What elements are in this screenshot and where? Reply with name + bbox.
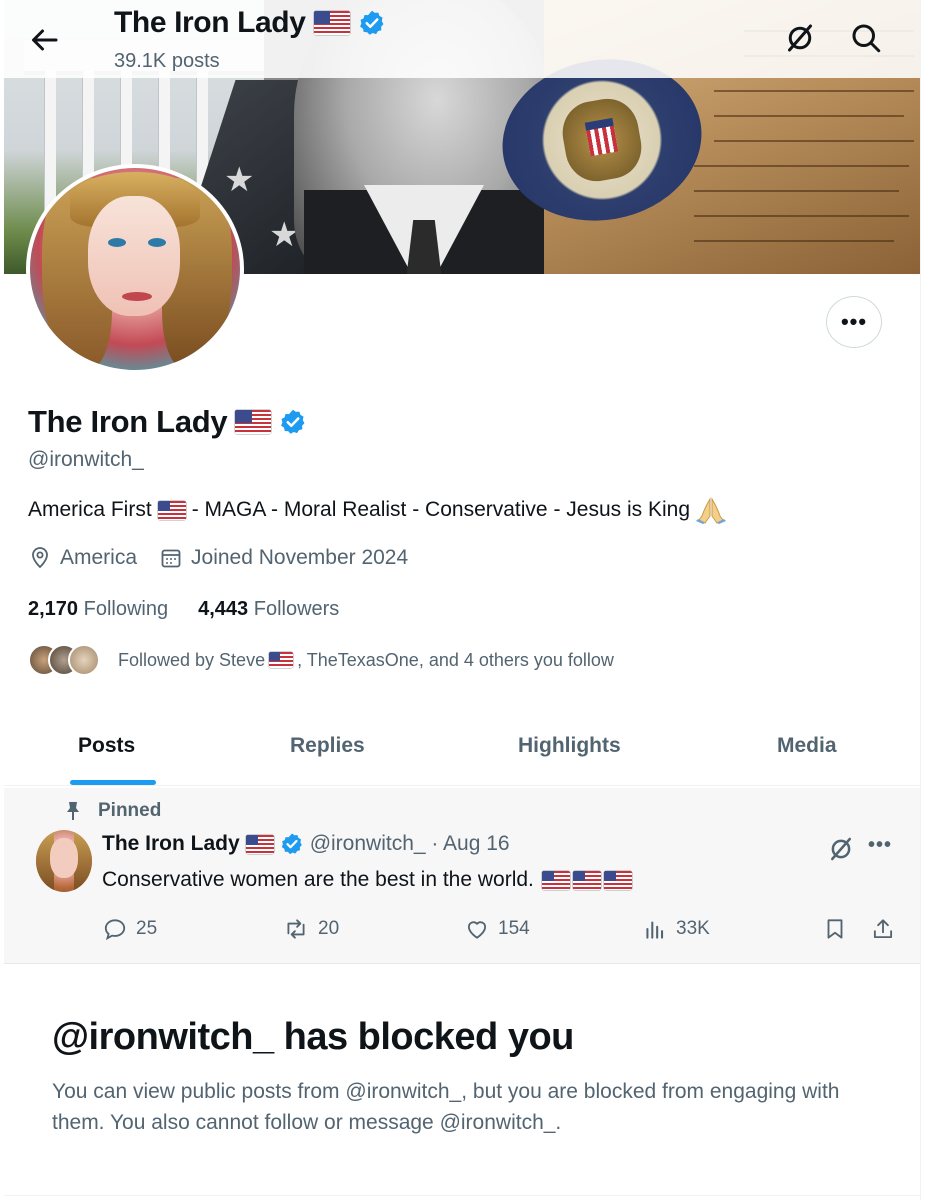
reply-icon: [104, 919, 126, 941]
post-more-button[interactable]: •••: [868, 834, 892, 857]
post-author-name[interactable]: The Iron Lady: [102, 832, 240, 856]
repost-icon: [287, 919, 305, 939]
views-button[interactable]: 33K: [642, 916, 710, 942]
join-date-text: Joined November 2024: [191, 546, 409, 569]
us-flag-icon: [269, 652, 294, 668]
reply-count: 25: [136, 918, 158, 939]
pinned-post[interactable]: Pinned The Iron Lady @ironwitch_ · Aug 1…: [4, 788, 920, 964]
header-title-text: The Iron Lady: [114, 6, 306, 39]
calendar-icon: [161, 549, 181, 568]
share-button[interactable]: [870, 916, 896, 942]
tab-replies[interactable]: Replies: [290, 734, 365, 758]
tab-posts[interactable]: Posts: [78, 734, 135, 758]
us-flag-icon: [157, 500, 186, 520]
profile-handle: @ironwitch_: [28, 448, 144, 471]
grok-icon: [788, 24, 812, 52]
pinned-label: Pinned: [64, 800, 161, 822]
profile-avatar[interactable]: [26, 164, 244, 374]
followers-count: 4,443: [198, 598, 249, 620]
header-title: The Iron Lady: [114, 6, 386, 40]
follower-avatar: [68, 644, 100, 676]
profile-page: ★ ★ ★ The Iron Lady: [0, 0, 951, 1200]
profile-meta: America Joined November 2024: [28, 546, 430, 570]
blocked-notice: @ironwitch_ has blocked you You can view…: [4, 966, 920, 1196]
blocked-body: You can view public posts from @ironwitc…: [52, 1080, 840, 1134]
header-post-count: 39.1K posts: [114, 50, 220, 72]
verified-badge-icon[interactable]: [279, 408, 307, 436]
follow-stats: 2,170 Following 4,443 Followers: [28, 598, 339, 621]
bio-part1: America First: [28, 498, 152, 521]
repost-button[interactable]: 20: [282, 916, 339, 942]
join-date: Joined November 2024: [159, 546, 408, 570]
like-count: 154: [498, 918, 530, 939]
bio-part2: - MAGA - Moral Realist - Conservative - …: [191, 498, 690, 521]
following-label: Following: [83, 598, 169, 620]
search-button[interactable]: [848, 20, 888, 60]
ellipsis-icon: •••: [840, 309, 868, 334]
post-actions: 25 20 154 33K: [102, 916, 902, 946]
us-flag-icon: [572, 870, 601, 890]
us-flag-icon: [541, 870, 570, 890]
right-gutter: [920, 0, 951, 1200]
repost-count: 20: [318, 918, 340, 939]
display-name-text: The Iron Lady: [28, 404, 228, 439]
blocked-title: @ironwitch_ has blocked you: [52, 1016, 574, 1058]
more-options-button[interactable]: •••: [826, 296, 882, 348]
post-text: Conservative women are the best in the w…: [102, 868, 534, 891]
profile-display-name: The Iron Lady: [28, 404, 307, 440]
verified-badge-icon: [281, 833, 302, 855]
followers-link[interactable]: 4,443 Followers: [198, 598, 339, 621]
like-button[interactable]: 154: [464, 916, 530, 942]
followers-label: Followers: [253, 598, 340, 620]
profile-tabs: Posts Replies Highlights Media: [4, 718, 920, 786]
grok-button[interactable]: [782, 20, 822, 60]
active-tab-indicator: [70, 780, 156, 785]
bookmark-icon: [827, 919, 843, 939]
back-button[interactable]: [26, 22, 62, 58]
profile-bio: America First - MAGA - Moral Realist - C…: [28, 496, 726, 524]
tab-highlights[interactable]: Highlights: [518, 734, 621, 758]
pinned-text: Pinned: [98, 800, 162, 821]
search-icon: [852, 24, 881, 53]
post-grok-button[interactable]: [826, 834, 856, 864]
us-flag-icon: [235, 410, 272, 434]
grok-icon: [831, 837, 851, 861]
followed-by-prefix: Followed by Steve: [118, 649, 266, 670]
us-flag-icon: [603, 870, 632, 890]
ellipsis-icon: •••: [868, 834, 893, 856]
post-body: Conservative women are the best in the w…: [102, 868, 632, 892]
pin-icon: [67, 802, 79, 820]
following-count: 2,170: [28, 598, 79, 620]
followed-by-suffix: , TheTexasOne, and 4 others you follow: [297, 649, 614, 670]
share-icon: [873, 919, 893, 939]
view-count: 33K: [676, 918, 710, 939]
post-handle-date: @ironwitch_ · Aug 16: [309, 832, 510, 855]
views-icon: [646, 921, 664, 939]
location-pin-icon: [32, 547, 48, 569]
us-flag-icon: [313, 11, 350, 35]
location: America: [28, 546, 137, 570]
bookmark-button[interactable]: [822, 916, 848, 942]
top-header: The Iron Lady 39.1K posts: [0, 0, 951, 78]
verified-badge-icon: [359, 10, 383, 35]
post-author-avatar[interactable]: [36, 830, 92, 892]
reply-button[interactable]: 25: [102, 916, 157, 942]
us-flag-icon: [245, 834, 274, 854]
arrow-left-icon: [32, 29, 58, 51]
praying-hands-icon: [696, 497, 726, 524]
followed-by[interactable]: Followed by Steve , TheTexasOne, and 4 o…: [28, 644, 614, 676]
heart-icon: [467, 921, 487, 939]
location-text: America: [60, 546, 138, 569]
post-header: The Iron Lady @ironwitch_ · Aug 16: [102, 832, 510, 856]
following-link[interactable]: 2,170 Following: [28, 598, 168, 621]
tab-media[interactable]: Media: [777, 734, 837, 758]
